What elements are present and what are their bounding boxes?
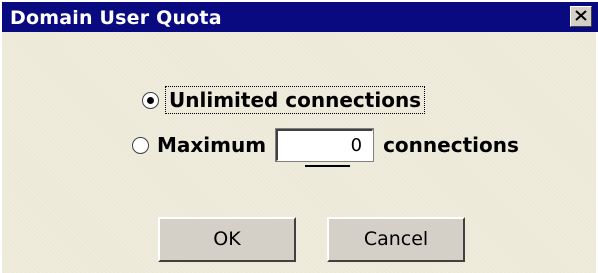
cancel-button[interactable]: Cancel xyxy=(327,217,465,262)
radio-unlimited[interactable] xyxy=(142,91,159,109)
unlimited-connections-label[interactable]: Unlimited connections xyxy=(165,86,426,114)
maximum-connections-input[interactable] xyxy=(276,129,374,161)
option-maximum[interactable]: Maximum connections xyxy=(132,129,519,161)
radio-selected-dot xyxy=(147,96,154,104)
connections-suffix-label: connections xyxy=(383,133,519,157)
close-icon xyxy=(575,10,587,21)
dialog-title: Domain User Quota xyxy=(10,7,222,29)
domain-user-quota-dialog: Domain User Quota Unlimited connections … xyxy=(0,0,598,273)
ok-button[interactable]: OK xyxy=(158,217,296,262)
radio-maximum[interactable] xyxy=(132,136,149,154)
option-unlimited[interactable]: Unlimited connections xyxy=(142,86,426,114)
close-button[interactable] xyxy=(570,6,592,27)
maximum-label[interactable]: Maximum xyxy=(157,133,266,157)
title-bar: Domain User Quota xyxy=(2,0,598,32)
input-underline-decoration xyxy=(305,165,350,167)
